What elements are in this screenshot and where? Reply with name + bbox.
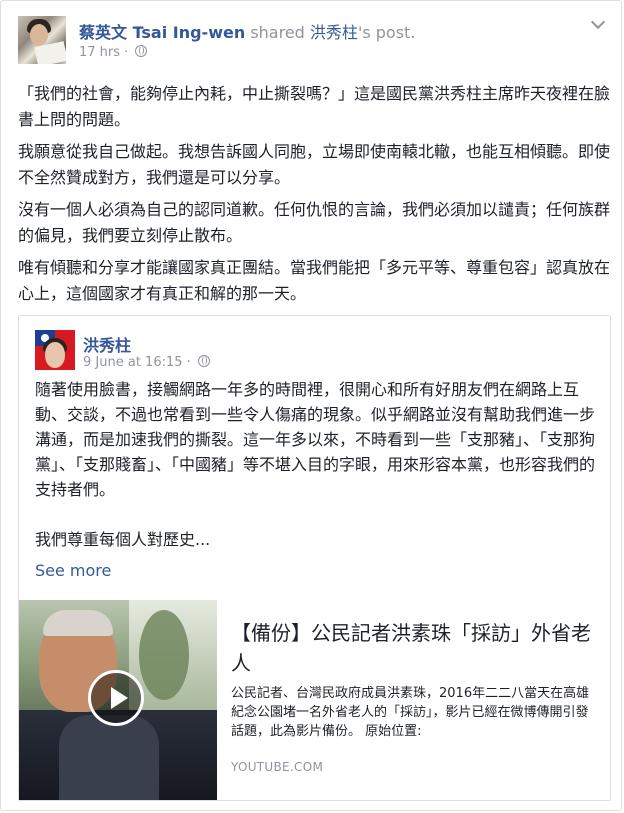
- shared-author-avatar[interactable]: [35, 330, 75, 370]
- author-name-link[interactable]: 蔡英文 Tsai Ing-wen: [79, 23, 245, 42]
- video-thumbnail[interactable]: [19, 600, 217, 800]
- shared-word: shared: [250, 23, 305, 42]
- post-meta: 17 hrs ·: [79, 45, 148, 60]
- meta-separator: ·: [186, 355, 191, 370]
- link-preview-title[interactable]: 【備份】公民記者洪素珠「採訪」外省老人: [231, 618, 601, 678]
- thumbnail-shirt: [59, 715, 159, 800]
- globe-icon[interactable]: [135, 45, 148, 57]
- shared-author-link[interactable]: 洪秀柱: [310, 23, 358, 42]
- link-preview[interactable]: 【備份】公民記者洪素珠「採訪」外省老人 公民記者、台灣民政府成員洪素珠，2016…: [19, 600, 610, 800]
- shared-post-card: 洪秀柱 9 June at 16:15 · 隨著使用臉書，接觸網路一年多的時間裡…: [18, 315, 611, 801]
- link-preview-description: 公民記者、台灣民政府成員洪素珠，2016年二二八當天在高雄紀念公園堵一名外省老人…: [231, 686, 590, 739]
- shared-post-body: 隨著使用臉書，接觸網路一年多的時間裡，很開心和所有好朋友們在網路上互動、交談，不…: [35, 377, 597, 552]
- see-more-link[interactable]: See more: [35, 561, 111, 580]
- post-paragraph: 我願意從我自己做起。我想告訴國人同胞，立場即使南轅北轍，也能互相傾聽。即使不全然…: [18, 142, 611, 187]
- avatar-face: [45, 342, 65, 368]
- post-suffix: 's post.: [357, 23, 416, 42]
- thumbnail-tree: [139, 610, 189, 700]
- post-paragraph: 唯有傾聽和分享才能讓國家真正團結。當我們能把「多元平等、尊重包容」認真放在心上，…: [18, 258, 611, 303]
- play-icon[interactable]: [88, 670, 144, 726]
- post-paragraph: 沒有一個人必須為自己的認同道歉。任何仇恨的言論，我們必須加以譴責；任何族群的偏見…: [18, 200, 611, 245]
- shared-paragraph: 我們尊重每個人對歷史...: [35, 530, 211, 549]
- shared-author-name[interactable]: 洪秀柱: [83, 332, 131, 356]
- feed-post-card: 蔡英文 Tsai Ing-wen shared 洪秀柱's post. 17 h…: [0, 0, 622, 811]
- author-avatar[interactable]: [18, 16, 66, 64]
- link-preview-domain: YOUTUBE.COM: [231, 760, 324, 774]
- shared-post-timestamp[interactable]: 9 June at 16:15: [83, 355, 183, 370]
- avatar-face: [30, 24, 48, 46]
- post-header: 蔡英文 Tsai Ing-wen shared 洪秀柱's post.: [79, 19, 415, 43]
- post-paragraph: 「我們的社會，能夠停止內耗，中止撕裂嗎？」這是國民黨洪秀柱主席昨天夜裡在臉書上問…: [18, 84, 611, 129]
- globe-icon[interactable]: [197, 355, 210, 367]
- author-name-en[interactable]: Tsai Ing-wen: [133, 23, 246, 42]
- chevron-down-icon[interactable]: [590, 14, 606, 30]
- post-timestamp[interactable]: 17 hrs: [79, 45, 120, 60]
- thumbnail-hair: [43, 610, 113, 636]
- shared-post-meta: 9 June at 16:15 ·: [83, 355, 210, 370]
- author-name-zh[interactable]: 蔡英文: [79, 23, 127, 42]
- shared-paragraph: 隨著使用臉書，接觸網路一年多的時間裡，很開心和所有好朋友們在網路上互動、交談，不…: [35, 380, 596, 499]
- post-body: 「我們的社會，能夠停止內耗，中止撕裂嗎？」這是國民黨洪秀柱主席昨天夜裡在臉書上問…: [18, 81, 613, 313]
- meta-separator: ·: [124, 45, 129, 60]
